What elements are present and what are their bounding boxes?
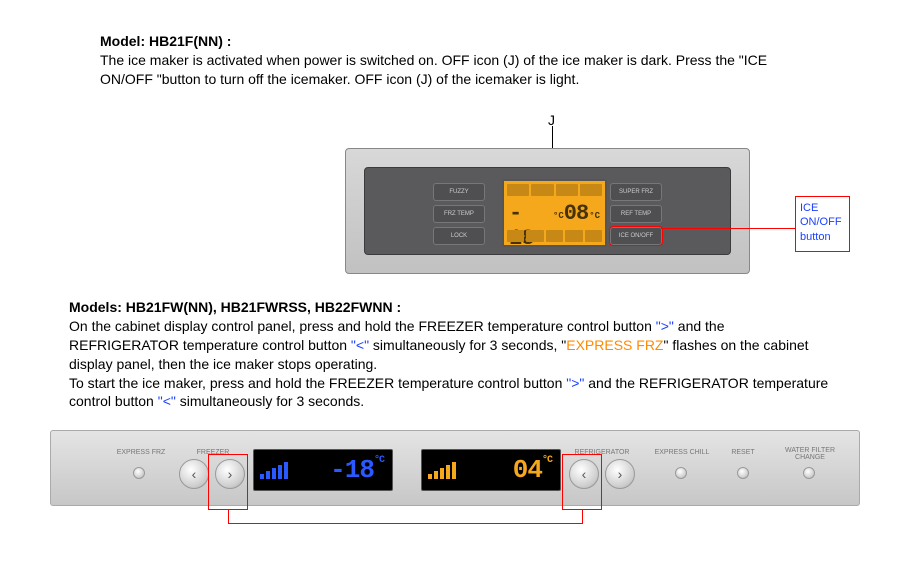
- label-waterfilter: WATER FILTER CHANGE: [775, 447, 845, 461]
- refrigerator-up-button[interactable]: ›: [605, 459, 635, 489]
- ice-onoff-button[interactable]: ICE ON/OFF: [610, 227, 662, 245]
- reset-button[interactable]: [737, 467, 749, 479]
- section2-paragraph: Models: HB21FW(NN), HB21FWRSS, HB22FWNN …: [69, 298, 829, 411]
- s2-gt2: ">": [566, 375, 584, 391]
- lock-button[interactable]: LOCK: [433, 227, 485, 245]
- lcd-temp-ref: 08: [564, 201, 588, 226]
- s2-exp: EXPRESS FRZ: [566, 337, 663, 353]
- label-reset: RESET: [723, 449, 763, 456]
- model2-label: Models: HB21FW(NN), HB21FWRSS, HB22FWNN …: [69, 299, 401, 315]
- ice-callout-l1: ICE: [800, 202, 818, 214]
- connector-v-right: [582, 510, 583, 523]
- s2-t2a: To start the ice maker, press and hold t…: [69, 375, 566, 391]
- connector-bottom-line: [228, 523, 583, 524]
- s2-lt2: "<": [158, 393, 176, 409]
- callout-box-freezer-gt: [208, 454, 248, 510]
- lcd-bottom-icons: [507, 230, 602, 242]
- freezer-bars-icon: [260, 462, 288, 479]
- s2-t1c: simultaneously for 3 seconds, ": [369, 337, 566, 353]
- ref-temp-button[interactable]: REF TEMP: [610, 205, 662, 223]
- refrigerator-bars-icon: [428, 462, 456, 479]
- lcd-unit-ref: °C: [589, 211, 600, 221]
- fuzzy-button[interactable]: FUZZY: [433, 183, 485, 201]
- connector-v-left: [228, 510, 229, 523]
- ice-callout-l2: ON/OFF: [800, 216, 842, 228]
- lcd-freezer-deg: °C: [374, 455, 384, 466]
- freezer-down-button[interactable]: ‹: [179, 459, 209, 489]
- s2-t1a: On the cabinet display control panel, pr…: [69, 318, 656, 334]
- label-expressfrz: EXPRESS FRZ: [111, 449, 171, 456]
- lcd-ref-deg: °C: [542, 455, 552, 466]
- appliance-panel-top: FUZZY FRZ TEMP LOCK SUPER FRZ REF TEMP I…: [345, 148, 750, 274]
- expresschill-indicator: [675, 467, 687, 479]
- lcd-top-icons: [507, 184, 602, 196]
- lcd-temp-frz: - 18: [509, 201, 552, 251]
- lcd-unit-frz: °C: [553, 211, 564, 221]
- appliance-panel-bottom: EXPRESS FRZ FREEZER ‹ › -18°C 04°C REFRI…: [50, 430, 860, 506]
- waterfilter-indicator: [803, 467, 815, 479]
- ice-callout-l3: button: [800, 231, 831, 243]
- expressfrz-indicator: [133, 467, 145, 479]
- s2-t2c: simultaneously for 3 seconds.: [176, 393, 364, 409]
- callout-box-refrigerator-lt: [562, 454, 602, 510]
- section1-text: The ice maker is activated when power is…: [100, 52, 767, 87]
- s2-gt1: ">": [656, 318, 674, 334]
- super-frz-button[interactable]: SUPER FRZ: [610, 183, 662, 201]
- lcd-display-top: - 18 °C 08 °C: [502, 179, 607, 247]
- label-expresschill: EXPRESS CHILL: [647, 449, 717, 456]
- ice-callout-box: ICE ON/OFF button: [795, 196, 850, 252]
- lcd-freezer-val: -18: [330, 455, 374, 485]
- lcd-freezer: -18°C: [253, 449, 393, 491]
- frz-temp-button[interactable]: FRZ TEMP: [433, 205, 485, 223]
- appliance-panel-top-inner: FUZZY FRZ TEMP LOCK SUPER FRZ REF TEMP I…: [364, 167, 731, 255]
- model1-label: Model: HB21F(NN) :: [100, 33, 231, 49]
- lcd-refrigerator: 04°C: [421, 449, 561, 491]
- lcd-ref-val: 04: [513, 455, 542, 485]
- section1-paragraph: Model: HB21F(NN) : The ice maker is acti…: [100, 32, 800, 89]
- s2-lt1: "<": [351, 337, 369, 353]
- ice-callout-connector: [661, 228, 795, 229]
